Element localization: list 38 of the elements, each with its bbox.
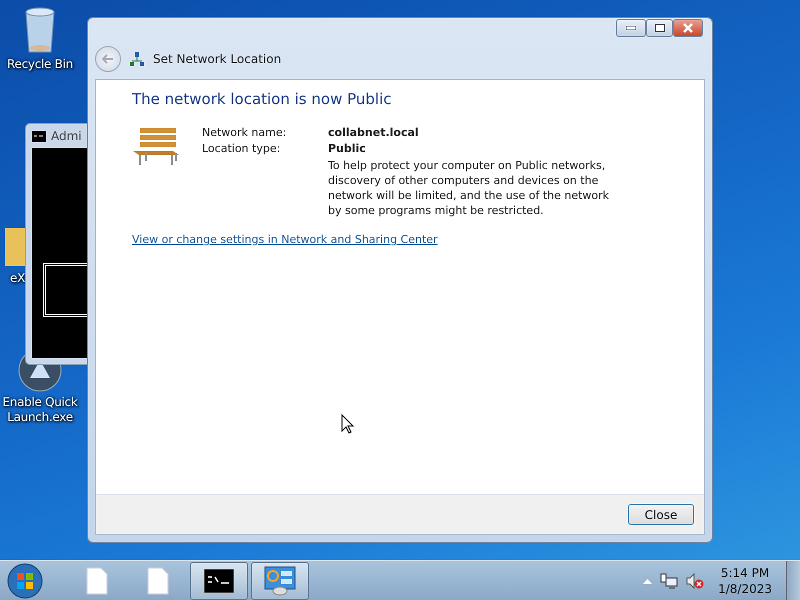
clock-time[interactable]: 5:14 PM	[720, 564, 770, 580]
field-label: Location type:	[202, 142, 282, 155]
clock-date[interactable]: 1/8/2023	[718, 580, 772, 596]
document-icon	[147, 566, 169, 594]
field-value: Public	[328, 142, 367, 155]
mouse-cursor-icon	[341, 414, 355, 434]
console-icon	[204, 568, 234, 592]
field-label: Network name:	[202, 126, 288, 139]
dialog-title: Set Network Location	[153, 52, 282, 66]
minimize-icon	[626, 26, 636, 30]
start-orb-icon	[7, 562, 43, 598]
close-icon	[682, 23, 694, 33]
document-icon	[86, 566, 108, 594]
desktop-icon-label[interactable]: Recycle Bin	[7, 57, 73, 72]
back-arrow-icon	[102, 54, 114, 64]
taskbar-button[interactable]	[190, 562, 248, 600]
close-window-button[interactable]	[673, 19, 703, 37]
start-button[interactable]	[5, 562, 45, 598]
maximize-button[interactable]	[646, 19, 673, 37]
network-settings-icon	[264, 566, 296, 596]
desktop-icon-label[interactable]: eX	[10, 271, 25, 286]
maximize-icon	[654, 24, 664, 32]
show-hidden-icons-icon	[643, 578, 652, 584]
heading: The network location is now Public	[132, 90, 392, 108]
close-button[interactable]: Close	[628, 504, 694, 525]
console-icon	[32, 130, 46, 142]
network-status-icon	[660, 572, 678, 588]
settings-link[interactable]: View or change settings in Network and Sharing Center	[132, 233, 438, 246]
taskbar-button[interactable]	[251, 562, 309, 600]
desktop-icon-label[interactable]: Enable Quick Launch.exe	[0, 395, 80, 425]
folder-icon	[5, 228, 25, 268]
description-text: To help protect your computer on Public networks, discovery of other computers and devices on the network will be limited, and the use of the network by some programs might be restricted.	[328, 158, 610, 218]
show-desktop-button[interactable]	[786, 561, 800, 600]
window-title: Admi	[51, 129, 82, 143]
network-icon	[129, 51, 145, 67]
minimize-button[interactable]	[616, 19, 646, 37]
field-value: collabnet.local	[328, 126, 420, 139]
muted-speaker-icon	[686, 572, 704, 588]
